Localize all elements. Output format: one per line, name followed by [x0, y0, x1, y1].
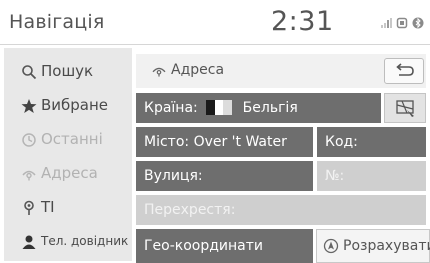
- city-value: Over 't Water: [193, 134, 287, 150]
- country-value: Бельгія: [242, 100, 298, 116]
- phone-memory-icon: [396, 17, 408, 29]
- sidebar-item-recent[interactable]: Останні: [4, 124, 132, 158]
- person-icon: [22, 235, 36, 249]
- sidebar-item-label: Тел. довідник: [41, 234, 129, 248]
- clock-icon: [22, 133, 36, 147]
- sidebar-item-poi[interactable]: TI: [4, 192, 132, 226]
- crossing-label: Перехрестя:: [144, 202, 236, 218]
- search-icon: [22, 65, 37, 80]
- navigation-arrow-icon: [323, 238, 339, 254]
- app-title: Навігація: [9, 11, 105, 33]
- address-panel: Адреса Країна: Бельгія Місто: Over 't Wa…: [136, 54, 430, 263]
- address-icon: [152, 67, 166, 77]
- bluetooth-icon: [412, 17, 424, 29]
- sidebar-item-label: Адреса: [41, 164, 98, 182]
- house-number-field[interactable]: №:: [317, 161, 426, 191]
- sidebar-item-phonebook[interactable]: Тел. довідник: [4, 226, 132, 260]
- geo-coordinates-button[interactable]: Гео-координати: [136, 229, 313, 263]
- postcode-label: Код:: [325, 134, 358, 150]
- address-icon: [22, 170, 36, 181]
- map-button[interactable]: [384, 93, 426, 123]
- clock: 2:31: [271, 6, 334, 37]
- calculate-route-button[interactable]: Розрахувати: [316, 229, 430, 263]
- status-header: Навігація 2:31: [0, 0, 430, 45]
- panel-title: Адреса: [171, 62, 225, 78]
- country-label: Країна:: [144, 100, 198, 116]
- belgium-flag-icon: [206, 99, 233, 115]
- house-number-label: №:: [325, 168, 345, 184]
- back-arrow-icon: [396, 63, 414, 76]
- crossing-field[interactable]: Перехрестя:: [136, 195, 426, 225]
- postcode-field[interactable]: Код:: [317, 127, 426, 157]
- sidebar-item-label: TI: [41, 198, 55, 216]
- street-label: Вулиця:: [144, 168, 203, 184]
- sidebar-item-label: Вибране: [41, 96, 109, 114]
- poi-pin-icon: [24, 200, 34, 215]
- country-field[interactable]: Країна: Бельгія: [136, 93, 381, 123]
- sidebar-item-label: Пошук: [41, 62, 94, 80]
- geo-coordinates-label: Гео-координати: [144, 238, 264, 254]
- city-label: Місто:: [144, 134, 190, 150]
- calculate-route-label: Розрахувати: [343, 238, 430, 254]
- signal-icon: [381, 18, 392, 28]
- sidebar-item-address[interactable]: Адреса: [4, 158, 132, 192]
- back-button[interactable]: [384, 58, 424, 84]
- city-field[interactable]: Місто: Over 't Water: [136, 127, 313, 157]
- map-icon: [396, 100, 414, 117]
- sidebar-item-search[interactable]: Пошук: [4, 56, 132, 90]
- sidebar-item-favorites[interactable]: Вибране: [4, 90, 132, 124]
- sidebar-menu: Пошук Вибране Останні Адреса TI Тел. дов…: [4, 48, 132, 261]
- sidebar-item-label: Останні: [41, 130, 103, 148]
- navigation-screen: Навігація 2:31 Пошук Вибране Останні Адр…: [0, 0, 430, 263]
- star-icon: [21, 99, 37, 113]
- street-field[interactable]: Вулиця:: [136, 161, 313, 191]
- address-header: Адреса: [136, 54, 426, 88]
- header-divider: [0, 44, 430, 45]
